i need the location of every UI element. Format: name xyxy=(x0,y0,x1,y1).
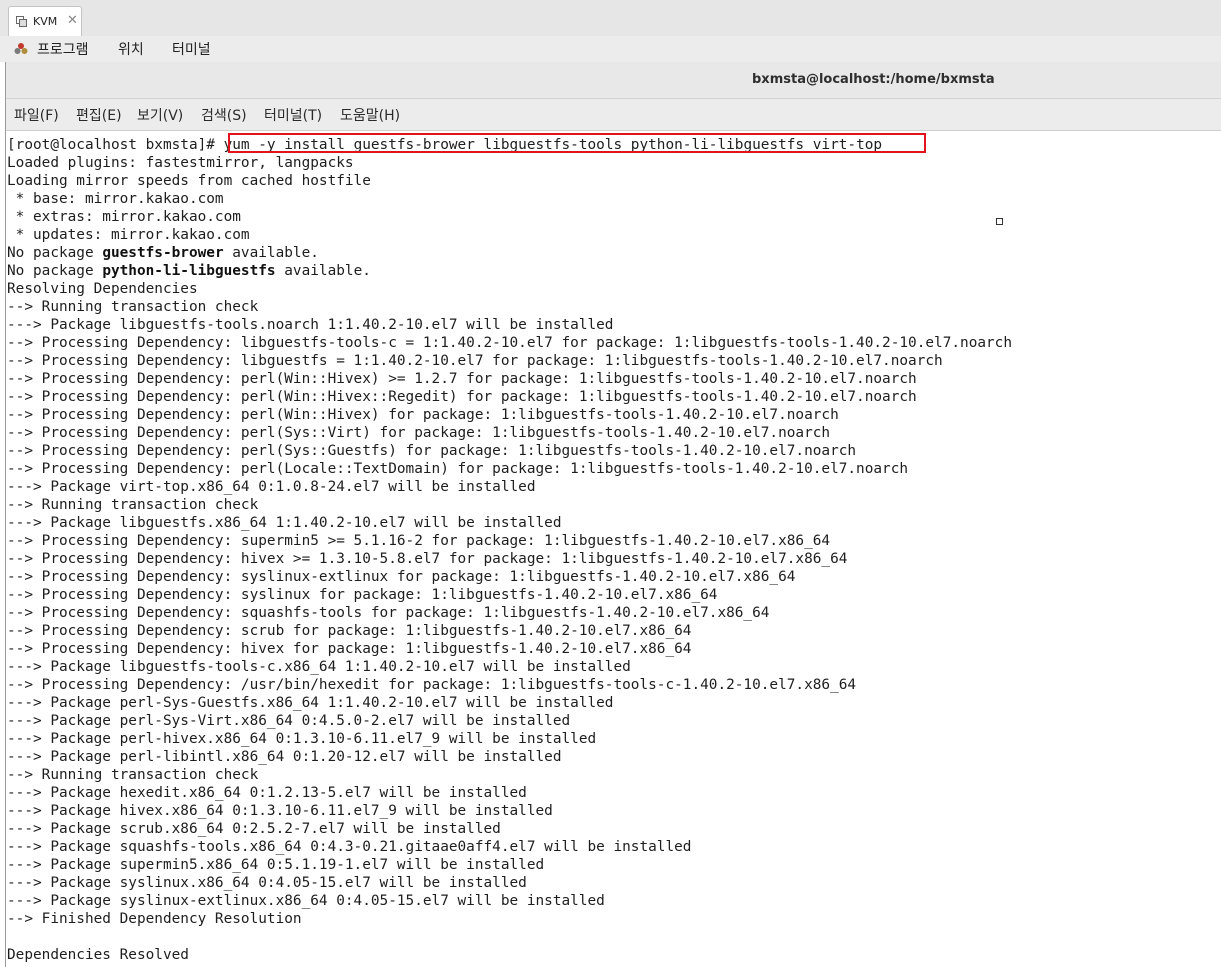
text-cursor xyxy=(996,218,1003,225)
menu-search[interactable]: 검색(S) xyxy=(201,105,247,125)
terminal-line: --> Processing Dependency: syslinux for … xyxy=(7,587,718,603)
terminal-line: Resolving Dependencies xyxy=(7,281,198,297)
terminal-line: --> Processing Dependency: perl(Win::Hiv… xyxy=(7,389,917,405)
terminal-line: ---> Package perl-Sys-Virt.x86_64 0:4.5.… xyxy=(7,713,571,729)
terminal-line: --> Processing Dependency: supermin5 >= … xyxy=(7,533,831,549)
terminal-line: ---> Package hivex.x86_64 0:1.3.10-6.11.… xyxy=(7,803,553,819)
menu-places[interactable]: 위치 xyxy=(118,39,144,59)
menu-edit[interactable]: 편집(E) xyxy=(76,105,122,125)
terminal-line: Dependencies Resolved xyxy=(7,947,189,963)
terminal-line: Loaded plugins: fastestmirror, langpacks xyxy=(7,155,354,171)
terminal-line: --> Finished Dependency Resolution xyxy=(7,911,302,927)
shell-prompt: [root@localhost bxmsta]# xyxy=(7,137,215,153)
terminal-line: ---> Package scrub.x86_64 0:2.5.2-7.el7 … xyxy=(7,821,501,837)
applications-icon xyxy=(14,43,28,54)
terminal-output[interactable]: [root@localhost bxmsta]# yum -y install … xyxy=(6,131,1221,967)
terminal-line: No package guestfs-brower available. xyxy=(7,245,319,261)
terminal-line: ---> Package perl-libintl.x86_64 0:1.20-… xyxy=(7,749,562,765)
desktop-top-menu: 프로그램 위치 터미널 xyxy=(0,36,1221,62)
terminal-line: --> Processing Dependency: squashfs-tool… xyxy=(7,605,770,621)
window-titlebar[interactable]: bxmsta@localhost:/home/bxmsta xyxy=(6,62,1221,99)
terminal-line: --> Processing Dependency: perl(Win::Hiv… xyxy=(7,407,839,423)
terminal-line: * base: mirror.kakao.com xyxy=(7,191,224,207)
terminal-line: ---> Package supermin5.x86_64 0:5.1.19-1… xyxy=(7,857,545,873)
terminal-line: ---> Package perl-hivex.x86_64 0:1.3.10-… xyxy=(7,731,597,747)
terminal-line: ---> Package libguestfs.x86_64 1:1.40.2-… xyxy=(7,515,562,531)
terminal-window: bxmsta@localhost:/home/bxmsta 파일(F) 편집(E… xyxy=(5,62,1221,967)
window-title: bxmsta@localhost:/home/bxmsta xyxy=(752,72,995,87)
terminal-line: --> Processing Dependency: libguestfs-to… xyxy=(7,335,1013,351)
terminal-line: --> Processing Dependency: perl(Win::Hiv… xyxy=(7,371,917,387)
menu-file[interactable]: 파일(F) xyxy=(14,105,59,125)
terminal-line: --> Processing Dependency: hivex >= 1.3.… xyxy=(7,551,848,567)
close-icon[interactable]: ✕ xyxy=(67,13,78,28)
terminal-line: --> Running transaction check xyxy=(7,299,259,315)
tab-kvm[interactable]: KVM ✕ xyxy=(8,6,82,36)
menu-programs[interactable]: 프로그램 xyxy=(37,39,89,59)
terminal-line: --> Processing Dependency: libguestfs = … xyxy=(7,353,943,369)
menu-terminal[interactable]: 터미널 xyxy=(172,39,211,59)
terminal-line: --> Running transaction check xyxy=(7,767,259,783)
menu-terminal-tab[interactable]: 터미널(T) xyxy=(264,105,322,125)
terminal-menubar: 파일(F) 편집(E) 보기(V) 검색(S) 터미널(T) 도움말(H) xyxy=(6,99,1221,131)
terminal-line: No package python-li-libguestfs availabl… xyxy=(7,263,371,279)
terminal-line: --> Processing Dependency: scrub for pac… xyxy=(7,623,692,639)
terminal-line: ---> Package syslinux-extlinux.x86_64 0:… xyxy=(7,893,605,909)
tab-title: KVM xyxy=(33,15,58,28)
terminal-line: ---> Package hexedit.x86_64 0:1.2.13-5.e… xyxy=(7,785,527,801)
menu-help[interactable]: 도움말(H) xyxy=(340,105,400,125)
tab-strip: KVM ✕ xyxy=(0,0,1221,37)
window-icon xyxy=(16,16,27,27)
terminal-line: ---> Package syslinux.x86_64 0:4.05-15.e… xyxy=(7,875,527,891)
terminal-line: --> Processing Dependency: perl(Locale::… xyxy=(7,461,909,477)
terminal-line: --> Processing Dependency: perl(Sys::Gue… xyxy=(7,443,857,459)
terminal-line: ---> Package libguestfs-tools-c.x86_64 1… xyxy=(7,659,631,675)
terminal-line: --> Processing Dependency: syslinux-extl… xyxy=(7,569,796,585)
terminal-line: --> Processing Dependency: /usr/bin/hexe… xyxy=(7,677,857,693)
terminal-line: ---> Package virt-top.x86_64 0:1.0.8-24.… xyxy=(7,479,536,495)
menu-view[interactable]: 보기(V) xyxy=(137,105,183,125)
terminal-line: --> Processing Dependency: perl(Sys::Vir… xyxy=(7,425,831,441)
terminal-line: --> Processing Dependency: hivex for pac… xyxy=(7,641,692,657)
terminal-line: ---> Package perl-Sys-Guestfs.x86_64 1:1… xyxy=(7,695,614,711)
package-name: python-li-libguestfs xyxy=(102,263,276,279)
terminal-line: ---> Package squashfs-tools.x86_64 0:4.3… xyxy=(7,839,692,855)
terminal-line: * updates: mirror.kakao.com xyxy=(7,227,250,243)
package-name: guestfs-brower xyxy=(102,245,224,261)
command-highlight-box xyxy=(228,133,926,153)
terminal-line: ---> Package libguestfs-tools.noarch 1:1… xyxy=(7,317,614,333)
terminal-line: * extras: mirror.kakao.com xyxy=(7,209,241,225)
terminal-line: --> Running transaction check xyxy=(7,497,259,513)
terminal-line: Loading mirror speeds from cached hostfi… xyxy=(7,173,371,189)
